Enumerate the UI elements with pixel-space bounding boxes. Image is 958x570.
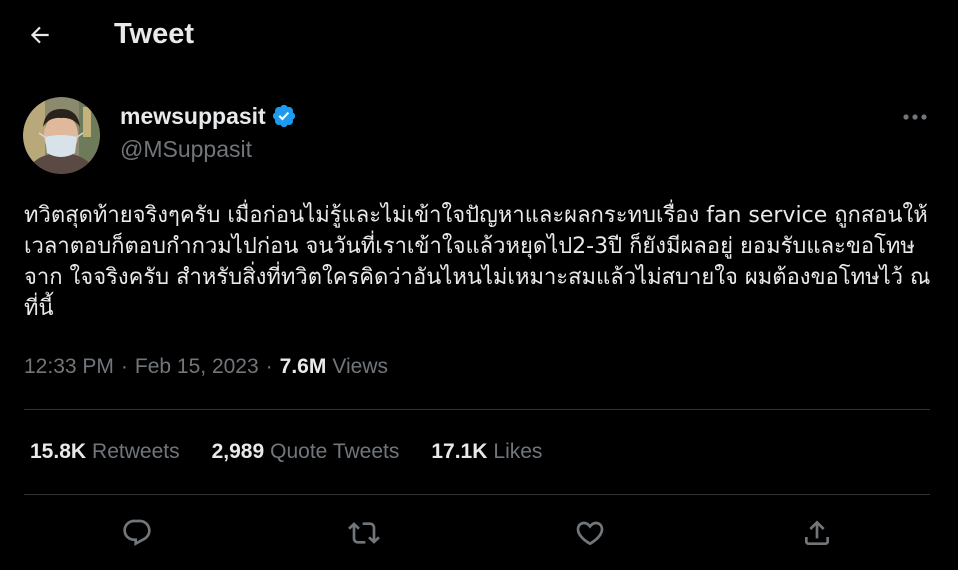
meta-separator: · [265,355,273,378]
avatar[interactable] [23,97,100,174]
tweet-meta: 12:33 PM · Feb 15, 2023 · 7.6M Views [24,352,388,382]
tweet-date[interactable]: Feb 15, 2023 [135,352,259,382]
tweet-text: ทวิตสุดท้ายจริงๆครับ เมื่อก่อนไม่รู้และไ… [24,203,931,321]
like-icon [576,521,604,546]
retweet-icon [348,522,380,544]
top-bar: Tweet [0,0,958,68]
retweets-stat[interactable]: 15.8K Retweets [30,437,180,467]
author-name-link[interactable]: mewsuppasit [120,100,297,132]
retweet-button[interactable] [344,513,384,553]
reply-icon [123,519,151,546]
author-handle[interactable]: @MSuppasit [120,133,252,165]
likes-label: Likes [493,440,543,463]
arrow-left-icon [30,26,49,44]
divider [24,494,930,495]
divider [24,409,930,410]
tweet-time[interactable]: 12:33 PM [24,352,114,382]
more-icon [903,114,927,120]
retweets-label: Retweets [92,440,180,463]
views-label: Views [332,355,388,378]
engagement-stats: 15.8K Retweets 2,989 Quote Tweets 17.1K Lik… [30,437,574,467]
quote-tweets-stat[interactable]: 2,989 Quote Tweets [212,437,400,467]
quote-tweets-count: 2,989 [211,440,265,463]
like-button[interactable] [570,513,610,553]
page-title: Tweet [114,18,195,50]
likes-count: 17.1K [431,440,488,463]
back-button[interactable] [22,17,58,53]
reply-button[interactable] [117,513,157,553]
author-name: mewsuppasit [120,103,266,129]
views-count: 7.6M [279,355,327,378]
avatar-image [23,97,100,174]
quote-tweets-label: Quote Tweets [270,440,400,463]
share-icon [805,520,829,545]
share-button[interactable] [797,513,837,553]
verified-badge-icon [271,103,297,129]
retweets-count: 15.8K [30,440,87,463]
meta-separator: · [120,355,128,378]
likes-stat[interactable]: 17.1K Likes [431,437,542,467]
more-options-button[interactable] [896,104,934,130]
